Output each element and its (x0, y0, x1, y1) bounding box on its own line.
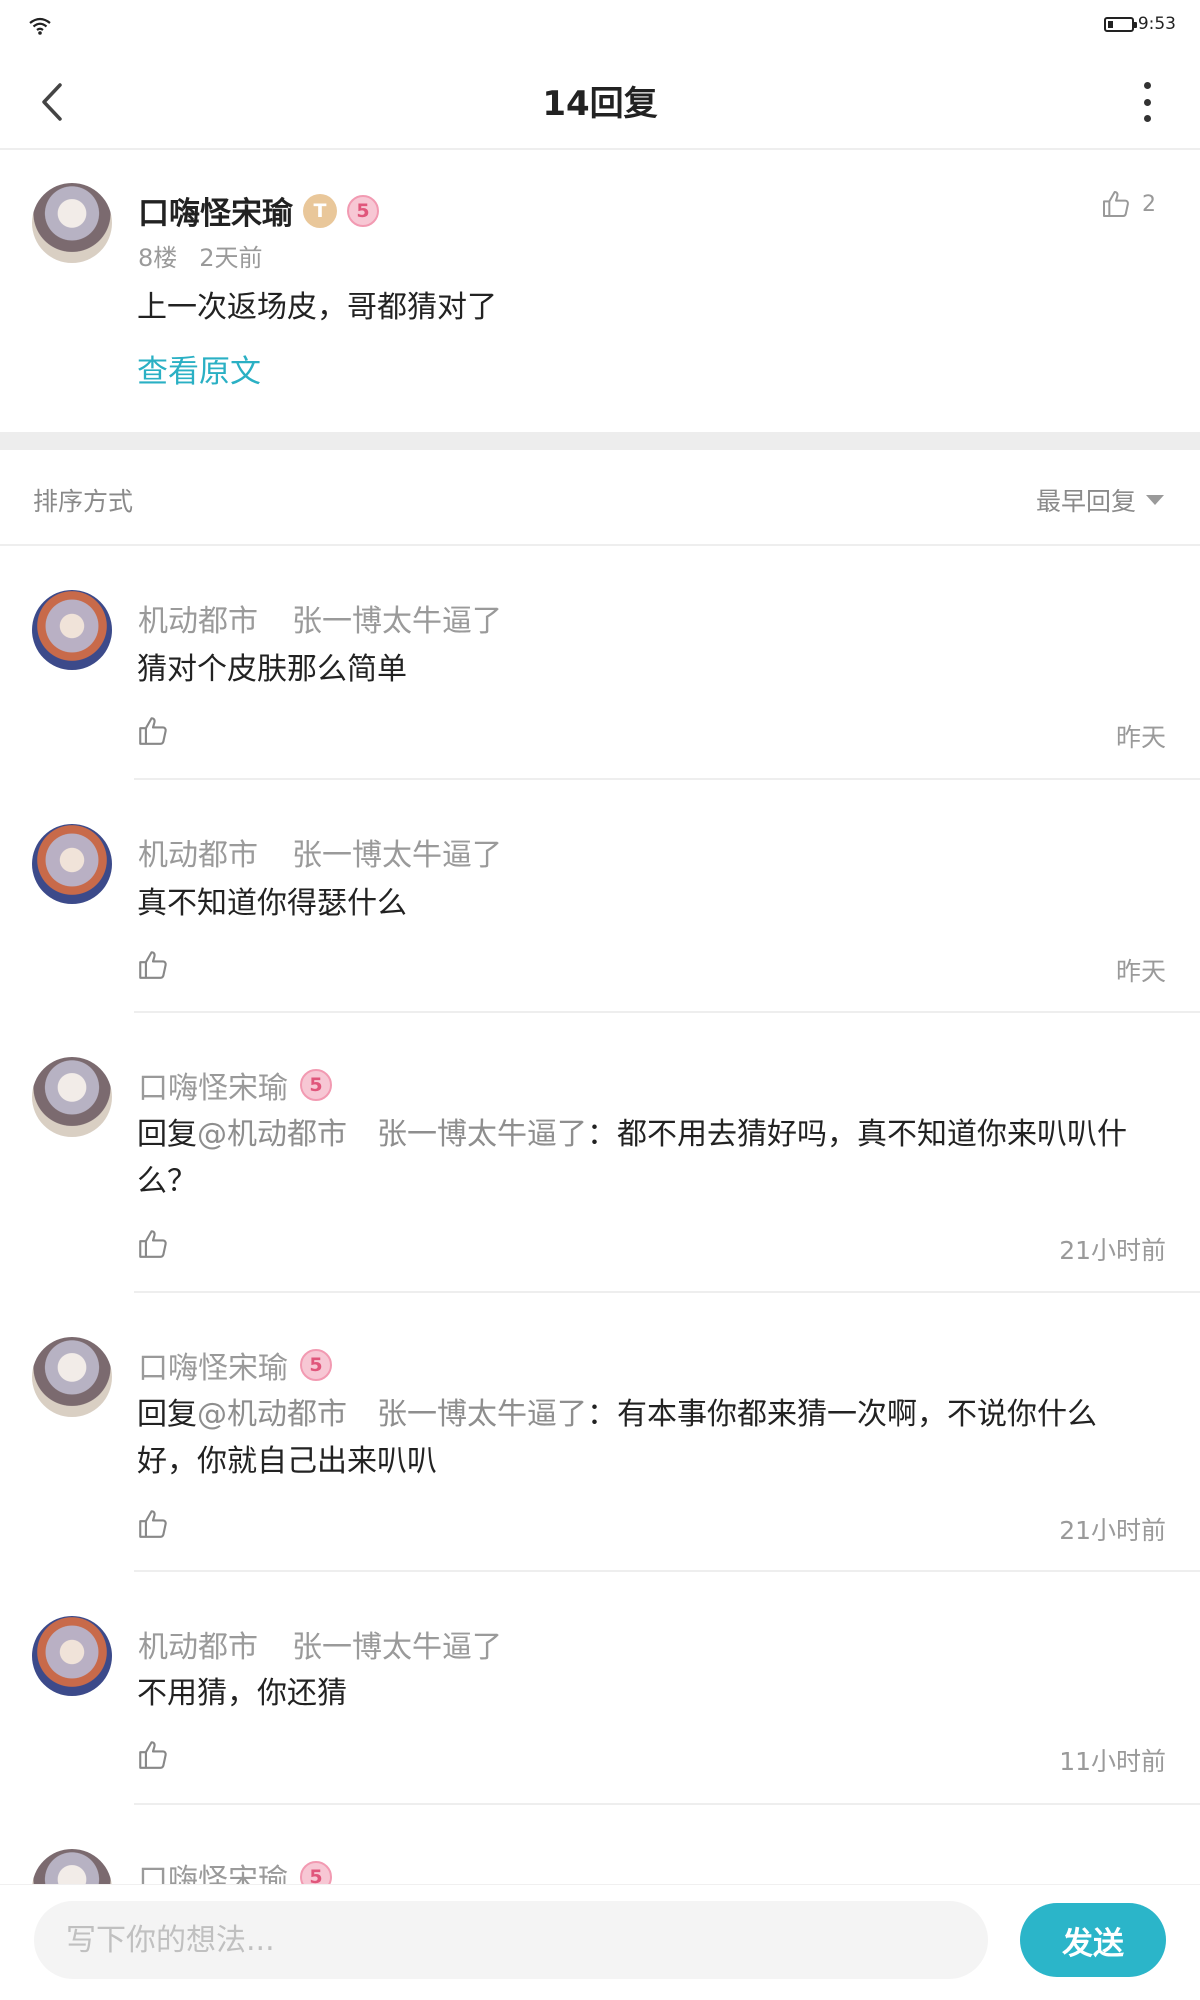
comment-author[interactable]: 口嗨怪宋瑜 5 (138, 1343, 332, 1387)
wifi-icon (29, 17, 51, 35)
list-item: 口嗨怪宋瑜 5 (0, 1805, 1200, 1884)
section-divider (0, 432, 1200, 450)
mention-link[interactable]: @机动都市 张一博太牛逼了 (197, 1117, 587, 1152)
comment-text: 回复@机动都市 张一博太牛逼了：有本事你都来猜一次啊，不说你什么好，你就自己出来… (137, 1397, 1097, 1479)
level-badge-icon: 5 (300, 1349, 332, 1381)
like-count: 2 (1142, 191, 1156, 217)
comment-author[interactable]: 口嗨怪宋瑜 5 (138, 1063, 332, 1107)
thumbs-up-icon[interactable] (136, 714, 170, 748)
post-meta: 8楼 2天前 (138, 238, 263, 273)
comment-text: 猜对个皮肤那么简单 (137, 652, 407, 687)
nav-bar: 14回复 (0, 52, 1200, 150)
battery-icon (1103, 16, 1137, 32)
member-badge-icon: T (303, 193, 337, 228)
comment-input[interactable] (34, 1901, 988, 1979)
avatar[interactable] (32, 1057, 112, 1137)
level-badge-icon: 5 (300, 1861, 332, 1884)
page-title: 14回复 (542, 84, 658, 124)
avatar[interactable] (32, 1849, 112, 1884)
sort-selected: 最早回复 (1035, 487, 1136, 516)
list-item: 口嗨怪宋瑜 5 回复@机动都市 张一博太牛逼了：有本事你都来猜一次啊，不说你什么… (0, 1293, 1200, 1572)
list-item: 机动都市 张一博太牛逼了 真不知道你得瑟什么 昨天 (0, 780, 1200, 1013)
list-item: 机动都市 张一博太牛逼了 猜对个皮肤那么简单 昨天 (0, 546, 1200, 780)
comment-text: 不用猜，你还猜 (137, 1676, 347, 1711)
comment-time: 昨天 (1115, 957, 1166, 986)
mention-link[interactable]: @机动都市 张一博太牛逼了 (197, 1397, 587, 1432)
like-button[interactable]: 2 (1100, 188, 1156, 220)
post-time: 2天前 (199, 244, 263, 272)
thumbs-up-icon[interactable] (136, 1507, 170, 1541)
status-right: 9:53 (1103, 14, 1176, 34)
comment-author[interactable]: 机动都市 张一博太牛逼了 (138, 830, 502, 874)
thumbs-up-icon (1103, 191, 1129, 217)
author-name[interactable]: 口嗨怪宋瑜 (138, 188, 293, 233)
sort-dropdown[interactable]: 最早回复 (1036, 482, 1164, 518)
post-text: 上一次返场皮，哥都猜对了 (137, 290, 497, 325)
more-vertical-icon[interactable] (1140, 82, 1154, 122)
avatar[interactable] (32, 183, 112, 263)
comment-time: 昨天 (1115, 723, 1166, 752)
sort-label: 排序方式 (33, 487, 134, 516)
comment-text: 回复@机动都市 张一博太牛逼了：都不用去猜好吗，真不知道你来叭叭什么？ (137, 1117, 1127, 1199)
caret-down-icon (1146, 495, 1164, 505)
avatar[interactable] (32, 1616, 112, 1696)
thumbs-up-icon[interactable] (136, 1227, 170, 1261)
avatar[interactable] (32, 1337, 112, 1417)
comment-input-bar: 发送 (0, 1884, 1200, 2000)
avatar[interactable] (32, 590, 112, 670)
comment-time: 11小时前 (1059, 1747, 1166, 1776)
list-item: 机动都市 张一博太牛逼了 不用猜，你还猜 11小时前 (0, 1572, 1200, 1805)
comment-list[interactable]: 机动都市 张一博太牛逼了 猜对个皮肤那么简单 昨天 机动都市 张一博太牛逼了 真… (0, 546, 1200, 1884)
sort-bar: 排序方式 最早回复 (0, 450, 1200, 546)
comment-text: 真不知道你得瑟什么 (137, 886, 407, 921)
list-item: 口嗨怪宋瑜 5 回复@机动都市 张一博太牛逼了：都不用去猜好吗，真不知道你来叭叭… (0, 1013, 1200, 1293)
comment-author[interactable]: 口嗨怪宋瑜 5 (138, 1855, 332, 1884)
comment-author[interactable]: 机动都市 张一博太牛逼了 (138, 596, 502, 640)
main-post: 口嗨怪宋瑜 T 5 2 8楼 2天前 上一次返场皮，哥都猜对了 查看原文 (0, 150, 1200, 432)
floor-number: 8楼 (138, 244, 178, 272)
comment-time: 21小时前 (1059, 1236, 1166, 1265)
level-badge-icon: 5 (300, 1069, 332, 1101)
thumbs-up-icon[interactable] (136, 948, 170, 982)
view-original-link[interactable]: 查看原文 (137, 346, 261, 391)
level-badge-icon: 5 (347, 194, 379, 227)
status-time: 9:53 (1137, 14, 1176, 34)
thumbs-up-icon[interactable] (136, 1738, 170, 1772)
author-line: 口嗨怪宋瑜 T 5 (138, 188, 379, 233)
comment-author[interactable]: 机动都市 张一博太牛逼了 (138, 1622, 502, 1666)
status-bar: 9:53 (0, 0, 1200, 52)
comment-time: 21小时前 (1059, 1516, 1166, 1545)
send-button[interactable]: 发送 (1020, 1903, 1166, 1977)
avatar[interactable] (32, 824, 112, 904)
